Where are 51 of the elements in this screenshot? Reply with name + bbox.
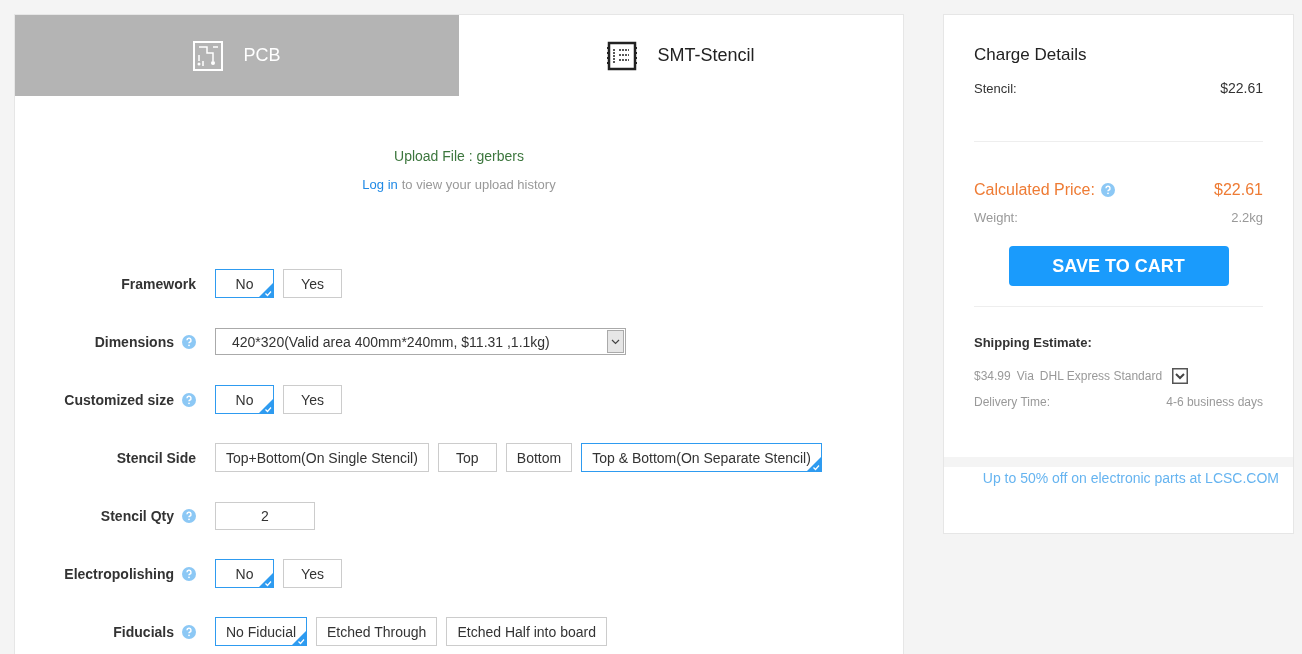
option-label: Customized size (64, 391, 174, 408)
shipping-via: Via (1016, 369, 1034, 383)
option-label: Stencil Qty (100, 507, 174, 524)
upload-file-text: Upload File : gerbers (394, 148, 524, 164)
option-choice[interactable]: No Fiducial (215, 617, 308, 646)
help-icon[interactable] (182, 624, 196, 639)
help-icon[interactable] (182, 566, 196, 581)
option-choice[interactable]: No (215, 385, 274, 414)
dropdown-toggle-icon[interactable] (1172, 368, 1189, 384)
dimensions-select[interactable]: 420*320(Valid area 400mm*240mm, $11.31 ,1.1kg) (215, 328, 626, 355)
shipping-method: DHL Express Standard (1039, 369, 1163, 383)
delivery-time: 4-6 business days (1166, 395, 1263, 409)
calculated-price: $22.61 (1214, 181, 1263, 199)
option-choice[interactable]: Yes (283, 559, 342, 588)
help-icon[interactable] (182, 508, 196, 523)
upload-history-text: to view your upload history (401, 177, 556, 192)
charge-title: Charge Details (974, 45, 1088, 65)
weight-value: 2.2kg (1231, 210, 1263, 225)
option-label: Fiducials (113, 623, 174, 640)
shipping-cost: $34.99 (974, 369, 1011, 383)
circuit-board-icon (193, 40, 224, 71)
weight-label: Weight: (974, 210, 1018, 225)
stencil-price: $22.61 (1220, 80, 1263, 96)
caret-icon[interactable] (607, 330, 624, 353)
option-label: Electropolishing (64, 565, 174, 582)
option-choice[interactable]: Bottom (505, 443, 573, 472)
help-icon[interactable] (182, 334, 196, 349)
option-choice[interactable]: Etched Through (316, 617, 438, 646)
option-choice[interactable]: Yes (283, 269, 342, 298)
check-corner-icon (259, 573, 273, 587)
quantity-input[interactable]: 2 (215, 501, 315, 530)
option-choice[interactable]: Top+Bottom(On Single Stencil) (215, 443, 429, 472)
option-label: Framework (121, 275, 196, 292)
option-choice[interactable]: Top (437, 443, 497, 472)
option-choice[interactable]: Etched Half into board (446, 617, 607, 646)
option-choice[interactable]: Yes (283, 385, 342, 414)
delivery-label: Delivery Time: (974, 395, 1050, 409)
shipping-title: Shipping Estimate: (974, 335, 1093, 350)
stencil-board-icon (607, 40, 638, 71)
option-choice[interactable]: No (215, 559, 274, 588)
check-corner-icon (259, 399, 273, 413)
option-label: Dimensions (94, 333, 174, 350)
help-icon[interactable] (182, 392, 196, 407)
login-link[interactable]: Log in (362, 177, 398, 192)
calculated-price-label: Calculated Price: (974, 181, 1095, 199)
help-icon[interactable] (1100, 183, 1115, 197)
option-choice[interactable]: Top & Bottom(On Separate Stencil) (581, 443, 822, 472)
stencil-label: Stencil: (974, 80, 1017, 96)
option-choice[interactable]: No (215, 269, 274, 298)
check-corner-icon (259, 283, 273, 297)
option-label: Stencil Side (116, 449, 196, 466)
